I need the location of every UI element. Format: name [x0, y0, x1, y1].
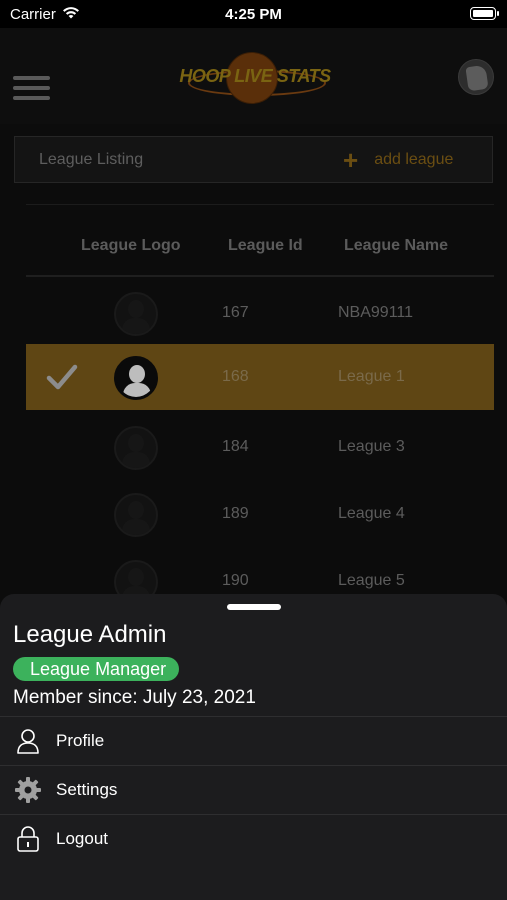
league-id: 168 — [222, 368, 249, 385]
person-icon — [17, 729, 39, 754]
user-avatar[interactable] — [458, 59, 494, 95]
account-bottom-sheet: League Admin League Manager Member since… — [0, 594, 507, 900]
sheet-grabber-handle[interactable] — [227, 604, 281, 610]
league-id: 184 — [222, 438, 249, 455]
nav-bar: HOOP LIVE STATS — [0, 28, 507, 124]
listing-title: League Listing — [39, 151, 144, 168]
table-row[interactable]: 167 NBA99111 — [26, 280, 494, 346]
menu-item-label: Logout — [56, 829, 108, 848]
league-name: League 4 — [338, 505, 405, 522]
league-name: NBA99111 — [338, 304, 414, 321]
hamburger-menu-icon[interactable] — [13, 76, 50, 100]
add-league-button[interactable]: + add league — [343, 145, 453, 175]
add-league-label: add league — [374, 151, 454, 168]
table-row[interactable]: 184 League 3 — [26, 414, 494, 480]
status-bar: Carrier 4:25 PM — [0, 0, 507, 28]
menu-item-label: Profile — [56, 731, 105, 750]
menu-item-logout[interactable]: Logout — [0, 814, 507, 864]
league-name: League 1 — [338, 368, 405, 385]
league-id: 190 — [222, 572, 249, 589]
battery-icon — [470, 7, 499, 20]
menu-item-profile[interactable]: Profile — [0, 716, 507, 766]
league-logo-avatar — [114, 426, 158, 470]
column-header-logo: League Logo — [81, 237, 181, 254]
user-display-name: League Admin — [13, 621, 167, 648]
menu-item-label: Settings — [56, 780, 118, 799]
checkmark-icon — [46, 364, 78, 390]
league-id: 167 — [222, 304, 249, 321]
lock-icon — [17, 826, 39, 852]
league-name: League 5 — [338, 572, 405, 589]
listing-bar: League Listing + add league — [14, 136, 493, 183]
column-header-name: League Name — [344, 237, 449, 254]
table-row[interactable]: 189 League 4 — [26, 481, 494, 547]
logo-text: HOOP LIVE STATS — [179, 66, 331, 86]
member-since-text: Member since: July 23, 2021 — [13, 687, 256, 708]
app-logo: HOOP LIVE STATS — [170, 50, 340, 106]
league-id: 189 — [222, 505, 249, 522]
league-logo-avatar — [114, 356, 158, 400]
league-logo-avatar — [114, 292, 158, 336]
league-logo-avatar — [114, 493, 158, 537]
column-header-id: League Id — [228, 237, 303, 254]
gear-icon — [15, 777, 41, 803]
league-name: League 3 — [338, 438, 405, 455]
menu-item-settings[interactable]: Settings — [0, 765, 507, 815]
plus-icon: + — [343, 145, 359, 175]
table-row-selected[interactable]: 168 League 1 — [26, 344, 494, 410]
role-badge: League Manager — [13, 657, 180, 681]
clock: 4:25 PM — [225, 6, 282, 23]
table-header: League Logo League Id League Name — [26, 204, 494, 277]
